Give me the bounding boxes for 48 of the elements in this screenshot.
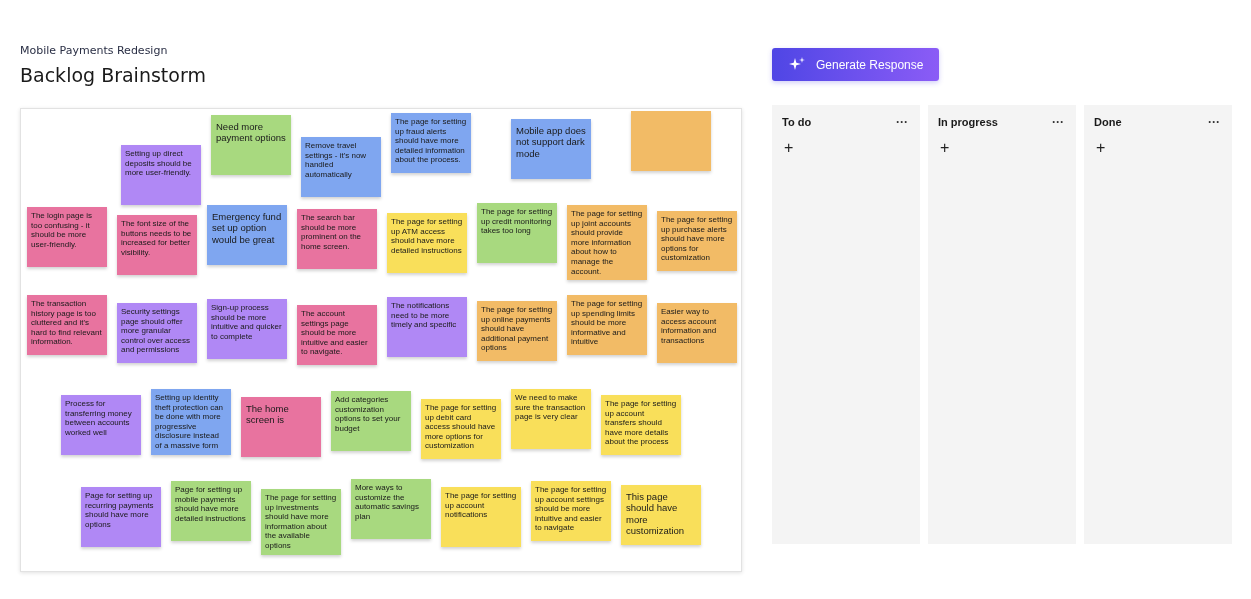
add-card-button[interactable]: + xyxy=(782,139,796,157)
sticky-note[interactable]: The search bar should be more prominent on the home screen. xyxy=(297,209,377,269)
sticky-note[interactable]: Sign-up process should be more intuitive and quicker to complete xyxy=(207,299,287,359)
sticky-note[interactable]: Process for transferring money between accounts worked well xyxy=(61,395,141,455)
sticky-note[interactable]: Setting up direct deposits should be more user-friendly. xyxy=(121,145,201,205)
sticky-note[interactable]: Need more payment options xyxy=(211,115,291,175)
sticky-note[interactable]: The transaction history page is too cluttered and it's hard to find relevant information. xyxy=(27,295,107,355)
sticky-note[interactable]: The home screen is xyxy=(241,397,321,457)
sticky-note[interactable]: This page should have more customization xyxy=(621,485,701,545)
sticky-note[interactable]: The page for setting up online payments should have additional payment options xyxy=(477,301,557,361)
add-card-button[interactable]: + xyxy=(1094,139,1108,157)
sticky-note[interactable]: The page for setting up credit monitoring takes too long xyxy=(477,203,557,263)
sticky-note[interactable]: Page for setting up mobile payments should have more detailed instructions xyxy=(171,481,251,541)
sticky-note[interactable] xyxy=(631,111,711,171)
sticky-note[interactable]: The page for setting up debit card access should have more options for customization xyxy=(421,399,501,459)
sticky-note[interactable]: Setting up identity theft protection can be done with more progressive disclosure instead of a massive form xyxy=(151,389,231,455)
column-title: To do xyxy=(782,116,812,128)
sticky-note[interactable]: The account settings page should be more intuitive and easier to navigate. xyxy=(297,305,377,365)
sticky-note[interactable]: Easier way to access account information and transactions xyxy=(657,303,737,363)
board-title: Backlog Brainstorm xyxy=(20,64,206,86)
sticky-note[interactable]: Security settings page should offer more granular control over access and permissions xyxy=(117,303,197,363)
sticky-note[interactable]: The page for setting up joint accounts should provide more information about how to manage the account. xyxy=(567,205,647,281)
sticky-note[interactable]: The page for setting up account notifications xyxy=(441,487,521,547)
add-card-button[interactable]: + xyxy=(938,139,952,157)
generate-response-button[interactable]: Generate Response xyxy=(772,48,940,81)
sticky-note[interactable]: Emergency fund set up option would be great xyxy=(207,205,287,265)
sticky-note[interactable]: The page for setting up investments should have more information about the available options xyxy=(261,489,341,555)
sticky-note[interactable]: The page for setting up account settings should be more intuitive and easier to navigate xyxy=(531,481,611,541)
column-menu-button[interactable]: ··· xyxy=(894,115,910,129)
column-menu-button[interactable]: ··· xyxy=(1050,115,1066,129)
sticky-note[interactable]: Mobile app does not support dark mode xyxy=(511,119,591,179)
sticky-note[interactable]: The font size of the buttons needs to be increased for better visibility. xyxy=(117,215,197,275)
project-name: Mobile Payments Redesign xyxy=(20,44,168,57)
sticky-note[interactable]: We need to make sure the transaction page is very clear xyxy=(511,389,591,449)
sticky-note[interactable]: More ways to customize the automatic savings plan xyxy=(351,479,431,539)
sticky-note[interactable]: The page for setting up fraud alerts should have more detailed information about the process. xyxy=(391,113,471,173)
column-menu-button[interactable]: ··· xyxy=(1206,115,1222,129)
column-title: Done xyxy=(1094,116,1122,128)
sticky-note[interactable]: The login page is too confusing - it should be more user-friendly. xyxy=(27,207,107,267)
sticky-note[interactable]: The notifications need to be more timely and specific xyxy=(387,297,467,357)
sticky-note[interactable]: The page for setting up account transfers should have more details about the process xyxy=(601,395,681,455)
sticky-note[interactable]: The page for setting up purchase alerts should have more options for customization xyxy=(657,211,737,271)
sticky-note[interactable]: The page for setting up ATM access should have more detailed instructions xyxy=(387,213,467,273)
sticky-note[interactable]: Add categories customization options to set your budget xyxy=(331,391,411,451)
sticky-note[interactable]: Page for setting up recurring payments should have more options xyxy=(81,487,161,547)
sticky-note[interactable]: The page for setting up spending limits should be more informative and intuitive xyxy=(567,295,647,355)
sticky-note[interactable]: Remove travel settings - it's now handled automatically xyxy=(301,137,381,197)
column-title: In progress xyxy=(938,116,998,128)
